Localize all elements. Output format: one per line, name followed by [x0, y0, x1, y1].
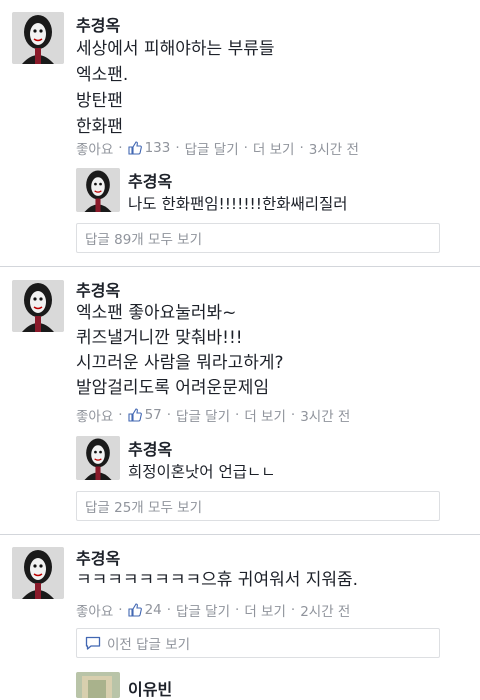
- more-link[interactable]: 더 보기: [244, 600, 286, 620]
- comment-text-line: 세상에서 피해야하는 부류들: [76, 39, 275, 59]
- reply-link[interactable]: 답글 달기: [185, 138, 239, 158]
- avatar-image: [76, 672, 120, 698]
- like-link[interactable]: 좋아요: [76, 405, 113, 425]
- comment-text-line: 시끄러운 사람을 뭐라고하게?: [76, 353, 284, 373]
- separator: ·: [235, 602, 240, 618]
- comment-text-line: 엑소팬.: [76, 65, 129, 85]
- separator: ·: [235, 407, 240, 423]
- separator: ·: [166, 602, 172, 618]
- reply-link[interactable]: 답글 달기: [176, 600, 230, 620]
- divider: [0, 534, 480, 535]
- comment-text-line: 퀴즈낼거니깐 맞춰바!!!: [76, 328, 243, 348]
- author-name[interactable]: 추경옥: [76, 277, 120, 301]
- avatar[interactable]: [12, 12, 64, 64]
- like-link[interactable]: 좋아요: [76, 600, 113, 620]
- separator: ·: [175, 140, 180, 156]
- timestamp[interactable]: 2시간 전: [300, 600, 350, 620]
- reply-link[interactable]: 답글 달기: [176, 405, 230, 425]
- comment-text-line: ㅋㅋㅋㅋㅋㅋㅋㅋ으휴 귀여워서 지워줌.: [76, 570, 359, 590]
- avatar[interactable]: [12, 547, 64, 599]
- reply-avatar[interactable]: [76, 436, 120, 480]
- reply-author-name[interactable]: 이유빈: [128, 676, 172, 700]
- view-replies-button[interactable]: 답글 89개 모두 보기: [76, 223, 440, 253]
- reply-avatar[interactable]: [76, 672, 120, 698]
- view-replies-button[interactable]: 답글 25개 모두 보기: [76, 491, 440, 521]
- separator: ·: [290, 407, 296, 423]
- reply-text: 희정이혼낫어 언급ㄴㄴ: [128, 463, 276, 481]
- previous-replies-label: 이전 답글 보기: [107, 637, 191, 653]
- like-count[interactable]: 133: [128, 140, 171, 156]
- reply-author-name[interactable]: 추경옥: [128, 436, 172, 460]
- comment-actions: 좋아요 · 133 · 답글 달기 · 더 보기 · 3시간 전: [76, 138, 359, 158]
- chat-bubble-icon: [85, 636, 101, 650]
- reply-text: 나도 한화팬임!!!!!!!한화쌔리질러: [128, 195, 348, 213]
- more-link[interactable]: 더 보기: [244, 405, 286, 425]
- avatar-image: [76, 168, 120, 212]
- reply-author-name[interactable]: 추경옥: [128, 168, 172, 192]
- separator: ·: [243, 140, 248, 156]
- comment-text-line: 한화팬: [76, 117, 123, 137]
- timestamp[interactable]: 3시간 전: [300, 405, 350, 425]
- comment-text-line: 발암걸리도록 어려운문제임: [76, 378, 270, 398]
- separator: ·: [118, 140, 123, 156]
- avatar-image: [76, 436, 120, 480]
- comment-actions: 좋아요 · 57 · 답글 달기 · 더 보기 · 3시간 전: [76, 405, 350, 425]
- avatar-image: [12, 280, 64, 332]
- view-replies-label: 답글 89개 모두 보기: [85, 232, 202, 248]
- more-link[interactable]: 더 보기: [253, 138, 295, 158]
- thumbs-up-icon: [128, 408, 142, 422]
- like-count[interactable]: 24: [128, 602, 162, 618]
- like-count-value: 57: [144, 407, 162, 423]
- reply-avatar[interactable]: [76, 168, 120, 212]
- previous-replies-button[interactable]: 이전 답글 보기: [76, 628, 440, 658]
- separator: ·: [118, 407, 123, 423]
- like-count-value: 24: [144, 602, 162, 618]
- comment-actions: 좋아요 · 24 · 답글 달기 · 더 보기 · 2시간 전: [76, 600, 350, 620]
- thumbs-up-icon: [128, 603, 142, 617]
- avatar[interactable]: [12, 280, 64, 332]
- comment-text-line: 엑소팬 좋아요눌러봐~: [76, 303, 237, 323]
- avatar-image: [12, 547, 64, 599]
- separator: ·: [290, 602, 296, 618]
- separator: ·: [118, 602, 123, 618]
- author-name[interactable]: 추경옥: [76, 545, 120, 569]
- timestamp[interactable]: 3시간 전: [309, 138, 359, 158]
- comment-text-line: 방탄팬: [76, 91, 123, 111]
- like-count-value: 133: [144, 140, 171, 156]
- separator: ·: [299, 140, 304, 156]
- divider: [0, 266, 480, 267]
- avatar-image: [12, 12, 64, 64]
- author-name[interactable]: 추경옥: [76, 12, 120, 36]
- thumbs-up-icon: [128, 141, 142, 155]
- like-count[interactable]: 57: [128, 407, 162, 423]
- separator: ·: [166, 407, 172, 423]
- like-link[interactable]: 좋아요: [76, 138, 113, 158]
- view-replies-label: 답글 25개 모두 보기: [85, 500, 202, 516]
